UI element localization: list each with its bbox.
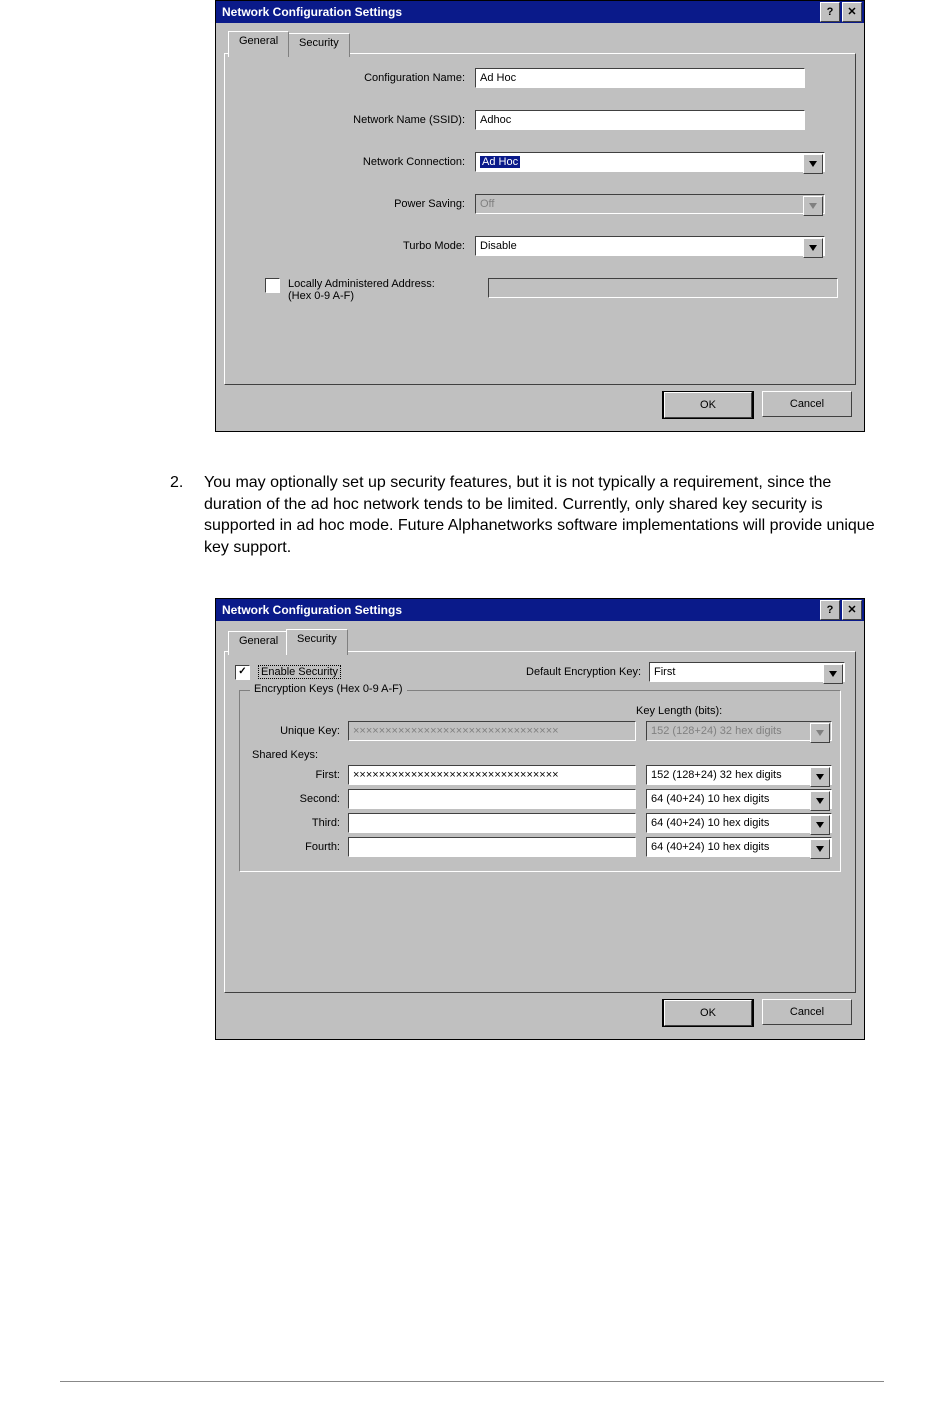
- titlebar[interactable]: Network Configuration Settings ? ✕: [216, 1, 864, 23]
- tab-panel-security: ✓ Enable Security Default Encryption Key…: [224, 651, 856, 993]
- key-length-header: Key Length (bits):: [636, 705, 832, 717]
- tab-security[interactable]: Security: [288, 33, 350, 57]
- fourth-key-input[interactable]: [348, 837, 636, 857]
- tab-panel-general: Configuration Name: Ad Hoc Network Name …: [224, 53, 856, 385]
- second-key-label: Second:: [248, 793, 348, 805]
- titlebar[interactable]: Network Configuration Settings ? ✕: [216, 599, 864, 621]
- default-key-combo[interactable]: First: [649, 662, 845, 682]
- chevron-down-icon[interactable]: [810, 815, 830, 835]
- tabstrip: General Security: [224, 31, 856, 53]
- chevron-down-icon[interactable]: [803, 238, 823, 258]
- chevron-down-icon[interactable]: [823, 664, 843, 684]
- cancel-button[interactable]: Cancel: [762, 391, 852, 417]
- config-name-label: Configuration Name:: [235, 72, 475, 84]
- page-footer-rule: [60, 1381, 884, 1382]
- first-key-label: First:: [248, 769, 348, 781]
- shared-key-row: Third: 64 (40+24) 10 hex digits: [248, 813, 832, 833]
- config-name-input[interactable]: Ad Hoc: [475, 68, 805, 88]
- third-key-length-combo[interactable]: 64 (40+24) 10 hex digits: [646, 813, 832, 833]
- encryption-keys-group: Encryption Keys (Hex 0-9 A-F) Key Length…: [239, 690, 841, 872]
- enable-security-label: Enable Security: [258, 665, 341, 679]
- shared-keys-label: Shared Keys:: [252, 749, 832, 761]
- chevron-down-icon: [810, 723, 830, 743]
- shared-key-row: First: ×××××××××××××××××××××××××××××××× …: [248, 765, 832, 785]
- default-key-label: Default Encryption Key:: [526, 666, 641, 678]
- ok-button[interactable]: OK: [662, 391, 754, 419]
- fourth-key-length-combo[interactable]: 64 (40+24) 10 hex digits: [646, 837, 832, 857]
- close-button[interactable]: ✕: [842, 600, 862, 620]
- chevron-down-icon[interactable]: [810, 767, 830, 787]
- shared-key-row: Fourth: 64 (40+24) 10 hex digits: [248, 837, 832, 857]
- help-button[interactable]: ?: [820, 600, 840, 620]
- connection-value: Ad Hoc: [480, 156, 520, 168]
- window-title: Network Configuration Settings: [222, 604, 818, 616]
- third-key-label: Third:: [248, 817, 348, 829]
- laa-label: Locally Administered Address: (Hex 0-9 A…: [288, 278, 488, 302]
- unique-key-length: 152 (128+24) 32 hex digits: [651, 725, 782, 737]
- list-number: [170, 472, 204, 558]
- third-key-input[interactable]: [348, 813, 636, 833]
- first-key-length-combo[interactable]: 152 (128+24) 32 hex digits: [646, 765, 832, 785]
- second-key-input[interactable]: [348, 789, 636, 809]
- power-combo: Off: [475, 194, 825, 214]
- laa-input: [488, 278, 838, 298]
- turbo-label: Turbo Mode:: [235, 240, 475, 252]
- ok-button[interactable]: OK: [662, 999, 754, 1027]
- tab-security[interactable]: Security: [286, 629, 348, 655]
- first-key-input[interactable]: ××××××××××××××××××××××××××××××××: [348, 765, 636, 785]
- cancel-button[interactable]: Cancel: [762, 999, 852, 1025]
- laa-checkbox[interactable]: [265, 278, 280, 293]
- chevron-down-icon[interactable]: [810, 791, 830, 811]
- help-button[interactable]: ?: [820, 2, 840, 22]
- instruction-paragraph: You may optionally set up security featu…: [170, 472, 884, 558]
- tab-general[interactable]: General: [228, 31, 289, 57]
- unique-key-label: Unique Key:: [248, 725, 348, 737]
- unique-key-input: ××××××××××××××××××××××××××××××××: [348, 721, 636, 741]
- tab-general[interactable]: General: [228, 631, 289, 655]
- dialog-general: Network Configuration Settings ? ✕ Gener…: [215, 0, 865, 432]
- connection-label: Network Connection:: [235, 156, 475, 168]
- chevron-down-icon[interactable]: [810, 839, 830, 859]
- default-key-value: First: [654, 666, 675, 678]
- paragraph-text: You may optionally set up security featu…: [204, 472, 884, 558]
- ssid-input[interactable]: Adhoc: [475, 110, 805, 130]
- connection-combo[interactable]: Ad Hoc: [475, 152, 825, 172]
- turbo-combo[interactable]: Disable: [475, 236, 825, 256]
- power-value: Off: [480, 198, 494, 210]
- chevron-down-icon[interactable]: [803, 154, 823, 174]
- turbo-value: Disable: [480, 240, 517, 252]
- group-legend: Encryption Keys (Hex 0-9 A-F): [250, 683, 407, 695]
- unique-key-length-combo: 152 (128+24) 32 hex digits: [646, 721, 832, 741]
- dialog-security: Network Configuration Settings ? ✕ Gener…: [215, 598, 865, 1040]
- chevron-down-icon: [803, 196, 823, 216]
- enable-security-checkbox[interactable]: ✓: [235, 665, 250, 680]
- power-label: Power Saving:: [235, 198, 475, 210]
- fourth-key-label: Fourth:: [248, 841, 348, 853]
- ssid-label: Network Name (SSID):: [235, 114, 475, 126]
- shared-key-row: Second: 64 (40+24) 10 hex digits: [248, 789, 832, 809]
- tabstrip: General Security: [224, 629, 856, 651]
- close-button[interactable]: ✕: [842, 2, 862, 22]
- window-title: Network Configuration Settings: [222, 6, 818, 18]
- second-key-length-combo[interactable]: 64 (40+24) 10 hex digits: [646, 789, 832, 809]
